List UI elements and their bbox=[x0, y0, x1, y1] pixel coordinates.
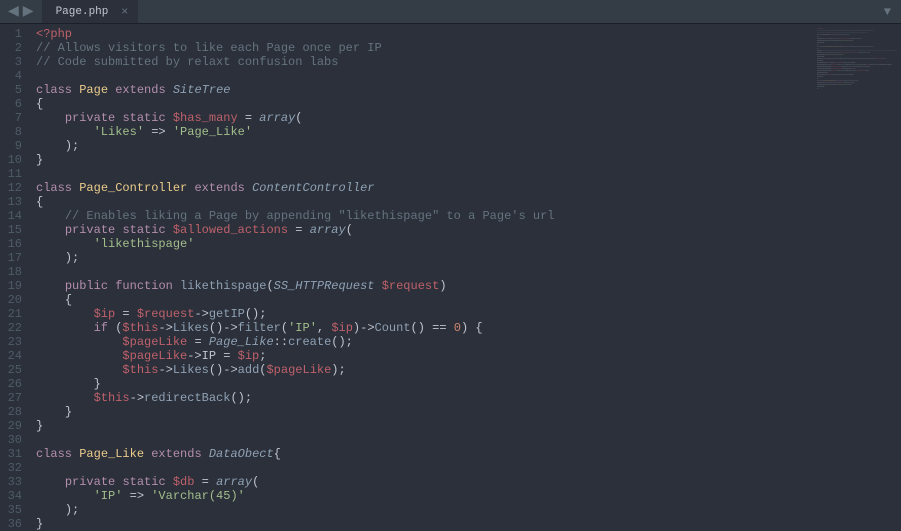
toolbar: ◀ ▶ Page.php × ▼ bbox=[0, 0, 901, 24]
code-line: { bbox=[36, 195, 901, 209]
line-number: 16 bbox=[6, 237, 22, 251]
line-number: 1 bbox=[6, 27, 22, 41]
code-line: private static $db = array( bbox=[36, 475, 901, 489]
tab-title: Page.php bbox=[56, 6, 109, 18]
code-line: ); bbox=[36, 251, 901, 265]
line-number: 34 bbox=[6, 489, 22, 503]
line-number: 12 bbox=[6, 181, 22, 195]
code-line: $this->redirectBack(); bbox=[36, 391, 901, 405]
line-number: 30 bbox=[6, 433, 22, 447]
line-number: 24 bbox=[6, 349, 22, 363]
code-line: private static $allowed_actions = array( bbox=[36, 223, 901, 237]
code-line: } bbox=[36, 419, 901, 433]
code-line: class Page_Controller extends ContentCon… bbox=[36, 181, 901, 195]
dropdown-icon[interactable]: ▼ bbox=[874, 5, 901, 19]
line-number: 6 bbox=[6, 97, 22, 111]
code-line: class Page_Like extends DataObect{ bbox=[36, 447, 901, 461]
line-number: 3 bbox=[6, 55, 22, 69]
code-line: <?php bbox=[36, 27, 901, 41]
line-number: 14 bbox=[6, 209, 22, 223]
code-line: } bbox=[36, 153, 901, 167]
line-number: 25 bbox=[6, 363, 22, 377]
line-number: 29 bbox=[6, 419, 22, 433]
nav-arrows: ◀ ▶ bbox=[0, 5, 42, 19]
code-line bbox=[36, 265, 901, 279]
line-number: 33 bbox=[6, 475, 22, 489]
line-number: 2 bbox=[6, 41, 22, 55]
line-number: 9 bbox=[6, 139, 22, 153]
code-line bbox=[36, 69, 901, 83]
line-number: 4 bbox=[6, 69, 22, 83]
line-number: 8 bbox=[6, 125, 22, 139]
code-line: } bbox=[36, 517, 901, 531]
code-line: 'likethispage' bbox=[36, 237, 901, 251]
code-area[interactable]: <?php// Allows visitors to like each Pag… bbox=[32, 24, 901, 522]
code-line: // Enables liking a Page by appending "l… bbox=[36, 209, 901, 223]
line-number: 18 bbox=[6, 265, 22, 279]
line-number: 19 bbox=[6, 279, 22, 293]
line-number: 7 bbox=[6, 111, 22, 125]
code-line: $ip = $request->getIP(); bbox=[36, 307, 901, 321]
line-gutter: 1234567891011121314151617181920212223242… bbox=[0, 24, 32, 522]
code-line: // Allows visitors to like each Page onc… bbox=[36, 41, 901, 55]
code-line: ); bbox=[36, 503, 901, 517]
code-line: private static $has_many = array( bbox=[36, 111, 901, 125]
code-line: } bbox=[36, 377, 901, 391]
line-number: 22 bbox=[6, 321, 22, 335]
close-icon[interactable]: × bbox=[121, 5, 128, 19]
code-line: $pageLike = Page_Like::create(); bbox=[36, 335, 901, 349]
line-number: 35 bbox=[6, 503, 22, 517]
nav-back-icon[interactable]: ◀ bbox=[8, 5, 19, 19]
line-number: 11 bbox=[6, 167, 22, 181]
code-line: ); bbox=[36, 139, 901, 153]
line-number: 21 bbox=[6, 307, 22, 321]
line-number: 36 bbox=[6, 517, 22, 531]
line-number: 28 bbox=[6, 405, 22, 419]
code-line bbox=[36, 167, 901, 181]
nav-forward-icon[interactable]: ▶ bbox=[23, 5, 34, 19]
code-line: $this->Likes()->add($pageLike); bbox=[36, 363, 901, 377]
code-line bbox=[36, 461, 901, 475]
line-number: 10 bbox=[6, 153, 22, 167]
code-line: { bbox=[36, 97, 901, 111]
code-line: 'Likes' => 'Page_Like' bbox=[36, 125, 901, 139]
code-line: if ($this->Likes()->filter('IP', $ip)->C… bbox=[36, 321, 901, 335]
code-line: // Code submitted by relaxt confusion la… bbox=[36, 55, 901, 69]
line-number: 23 bbox=[6, 335, 22, 349]
line-number: 5 bbox=[6, 83, 22, 97]
line-number: 32 bbox=[6, 461, 22, 475]
tabs: Page.php × bbox=[42, 0, 139, 23]
line-number: 15 bbox=[6, 223, 22, 237]
code-line: 'IP' => 'Varchar(45)' bbox=[36, 489, 901, 503]
editor: 1234567891011121314151617181920212223242… bbox=[0, 24, 901, 522]
line-number: 20 bbox=[6, 293, 22, 307]
code-line: { bbox=[36, 293, 901, 307]
line-number: 27 bbox=[6, 391, 22, 405]
line-number: 17 bbox=[6, 251, 22, 265]
tab-page-php[interactable]: Page.php × bbox=[42, 0, 139, 23]
code-line bbox=[36, 433, 901, 447]
code-line: } bbox=[36, 405, 901, 419]
line-number: 31 bbox=[6, 447, 22, 461]
line-number: 13 bbox=[6, 195, 22, 209]
minimap[interactable]: ▬▬▬▬▬▬▬▬▬▬▬▬▬▬▬▬▬▬▬▬▬▬▬▬▬▬▬▬▬▬▬▬▬▬▬▬▬▬▬▬… bbox=[817, 28, 897, 128]
code-line: $pageLike->IP = $ip; bbox=[36, 349, 901, 363]
line-number: 26 bbox=[6, 377, 22, 391]
code-line: class Page extends SiteTree bbox=[36, 83, 901, 97]
code-line: public function likethispage(SS_HTTPRequ… bbox=[36, 279, 901, 293]
